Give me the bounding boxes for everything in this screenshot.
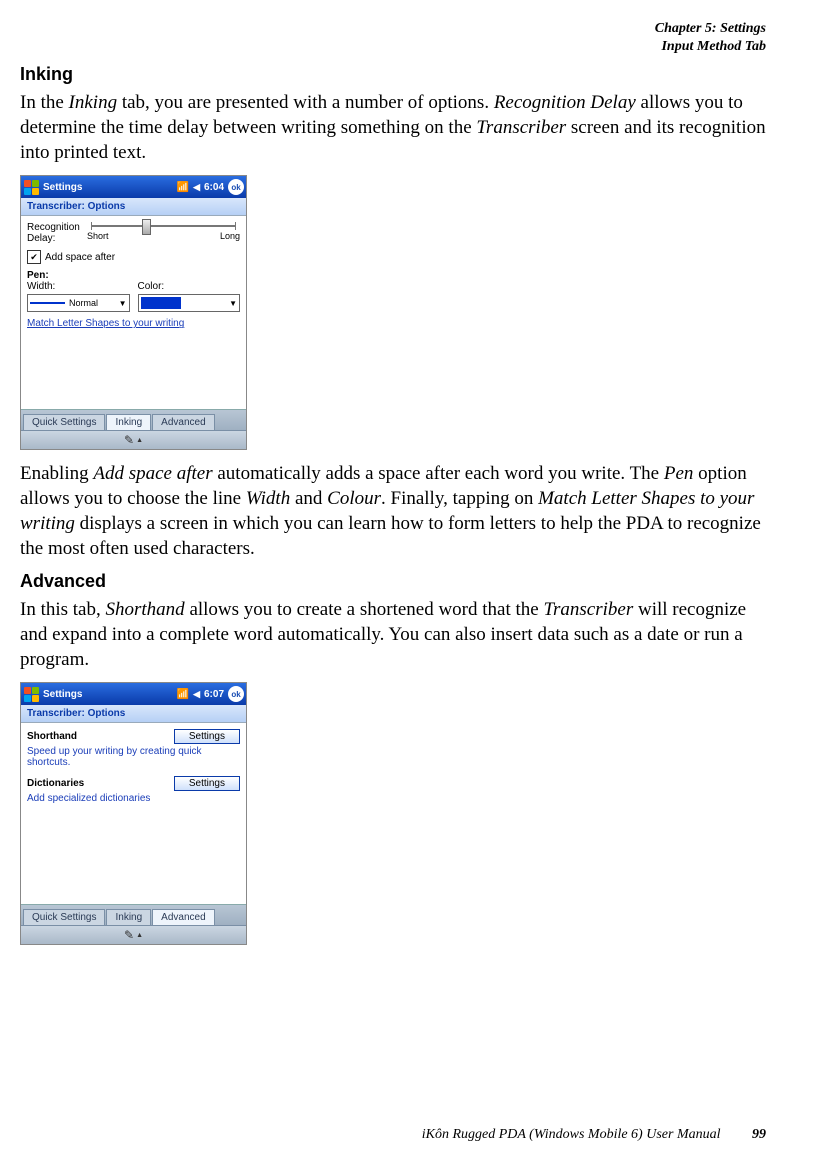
slider-min-label: Short [87,231,109,241]
recognition-delay-label: Recognition Delay: [27,222,87,244]
clock: 6:07 [204,689,224,700]
chevron-down-icon: ▼ [119,299,127,308]
text: Enabling [20,463,93,484]
tab-quick-settings[interactable]: Quick Settings [23,909,105,925]
text-italic: Colour [327,488,381,509]
screenshot-advanced: Settings 6:07 ok Transcriber: Options Sh… [20,682,247,945]
heading-inking: Inking [20,64,766,85]
chevron-up-icon[interactable]: ▲ [136,437,143,444]
ok-button[interactable]: ok [228,179,244,195]
dictionaries-description: Add specialized dictionaries [27,793,240,804]
paragraph-inking-2: Enabling Add space after automatically a… [20,462,766,561]
color-label: Color: [138,281,241,292]
slider-thumb[interactable] [142,219,151,235]
text-italic: Transcriber [476,117,566,138]
volume-icon[interactable] [193,182,200,193]
tab-strip: Quick Settings Inking Advanced [21,904,246,925]
text-italic: Recognition Delay [494,92,636,113]
text: In the [20,92,69,113]
keyboard-icon[interactable]: ✎ [124,433,134,447]
titlebar-title: Settings [43,689,177,700]
width-label: Width: [27,281,130,292]
text: allows you to create a shortened word th… [185,599,544,620]
titlebar-title: Settings [43,182,177,193]
keyboard-icon[interactable]: ✎ [124,928,134,942]
clock: 6:04 [204,182,224,193]
pen-width-dropdown[interactable]: Normal ▼ [27,294,130,312]
text-italic: Add space after [93,463,212,484]
pen-color-dropdown[interactable]: ▼ [138,294,241,312]
tab-inking[interactable]: Inking [106,909,151,925]
panel-subtitle: Transcriber: Options [21,198,246,216]
tab-advanced[interactable]: Advanced [152,414,214,430]
signal-icon[interactable] [177,182,189,193]
text-italic: Shorthand [106,599,185,620]
color-swatch [141,297,181,309]
page-number: 99 [752,1127,766,1142]
tab-inking[interactable]: Inking [106,414,151,430]
chevron-down-icon: ▼ [229,299,237,308]
sip-bar: ✎▲ [21,925,246,944]
text: and [290,488,327,509]
section-label: Input Method Tab [20,38,766,56]
tab-quick-settings[interactable]: Quick Settings [23,414,105,430]
sip-bar: ✎▲ [21,430,246,449]
chevron-up-icon[interactable]: ▲ [136,932,143,939]
titlebar: Settings 6:07 ok [21,683,246,705]
windows-flag-icon[interactable] [23,686,39,702]
dictionaries-heading: Dictionaries [27,778,174,789]
text: Recognition [27,222,87,233]
text-italic: Transcriber [543,599,633,620]
text: . Finally, tapping on [381,488,538,509]
page-header: Chapter 5: Settings Input Method Tab [20,20,766,56]
page-footer: iKôn Rugged PDA (Windows Mobile 6) User … [422,1127,766,1143]
text-italic: Inking [69,92,118,113]
add-space-label: Add space after [45,252,115,263]
heading-advanced: Advanced [20,571,766,592]
shorthand-settings-button[interactable]: Settings [174,729,240,744]
dictionaries-settings-button[interactable]: Settings [174,776,240,791]
text: In this tab, [20,599,106,620]
volume-icon[interactable] [193,689,200,700]
ok-button[interactable]: ok [228,686,244,702]
pen-sample-line [30,302,65,304]
titlebar: Settings 6:04 ok [21,176,246,198]
windows-flag-icon[interactable] [23,179,39,195]
slider-max-label: Long [220,231,240,241]
text: automatically adds a space after each wo… [213,463,664,484]
pen-width-value: Normal [69,298,98,308]
screenshot-inking: Settings 6:04 ok Transcriber: Options Re… [20,175,247,450]
shorthand-description: Speed up your writing by creating quick … [27,746,240,768]
recognition-delay-slider[interactable] [91,225,236,227]
pen-heading: Pen: [27,270,240,281]
paragraph-advanced: In this tab, Shorthand allows you to cre… [20,598,766,672]
text: displays a screen in which you can learn… [20,513,761,559]
match-letter-shapes-link[interactable]: Match Letter Shapes to your writing [27,318,240,329]
tab-strip: Quick Settings Inking Advanced [21,409,246,430]
text: tab, you are presented with a number of … [117,92,494,113]
paragraph-inking-1: In the Inking tab, you are presented wit… [20,91,766,165]
tab-advanced[interactable]: Advanced [152,909,214,925]
footer-text: iKôn Rugged PDA (Windows Mobile 6) User … [422,1127,721,1142]
panel-subtitle: Transcriber: Options [21,705,246,723]
shorthand-heading: Shorthand [27,731,174,742]
add-space-checkbox[interactable] [27,250,41,264]
text-italic: Width [246,488,290,509]
signal-icon[interactable] [177,689,189,700]
text-italic: Pen [664,463,694,484]
text: Delay: [27,233,87,244]
chapter-label: Chapter 5: Settings [20,20,766,38]
